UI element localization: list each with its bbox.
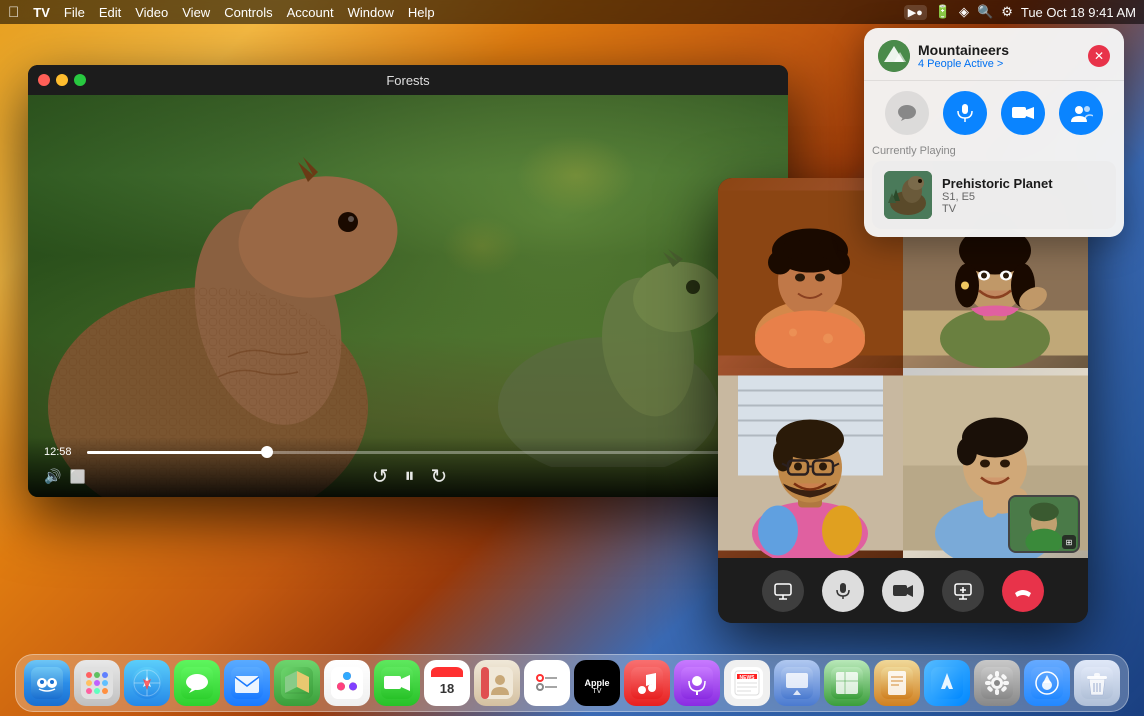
search-icon[interactable]: 🔍 <box>977 4 993 20</box>
cp-info: Prehistoric Planet S1, E5 TV <box>942 176 1104 215</box>
tv-app-window: Forests <box>28 65 788 497</box>
dock-item-facetime[interactable] <box>374 660 420 706</box>
popup-group-info: Mountaineers 4 People Active > <box>878 40 1009 72</box>
dock-item-reminders[interactable] <box>524 660 570 706</box>
dock-item-contacts[interactable] <box>474 660 520 706</box>
menubar-left:  TV File Edit Video View Controls Accou… <box>8 4 435 21</box>
elapsed-time: 12:58 <box>44 446 79 458</box>
video-action-button[interactable] <box>1001 91 1045 135</box>
subtitles-icon[interactable]: ⬜ <box>69 469 85 485</box>
popup-header: Mountaineers 4 People Active > ✕ <box>864 28 1124 81</box>
dock-item-podcasts[interactable] <box>674 660 720 706</box>
dock-item-news[interactable]: NEWS <box>724 660 770 706</box>
dock-item-pages[interactable] <box>874 660 920 706</box>
participant-3-face <box>718 368 903 558</box>
dock-item-finder[interactable] <box>24 660 70 706</box>
svg-text:TV: TV <box>593 688 602 695</box>
facetime-window: ⊞ <box>718 178 1088 623</box>
dock-item-appletv[interactable]: Apple TV <box>574 660 620 706</box>
dock-item-safari[interactable] <box>124 660 170 706</box>
dock-item-messages[interactable] <box>174 660 220 706</box>
tv-playback-controls: 12:58 -33:73 🔊 ⬜ ↺ ⏸ ↻ <box>28 437 788 497</box>
self-view-pip: ⊞ <box>1008 495 1080 553</box>
tv-video-content: 12:58 -33:73 🔊 ⬜ ↺ ⏸ ↻ <box>28 95 788 497</box>
currently-playing-label: Currently Playing <box>872 145 1116 157</box>
dock-item-keynote[interactable] <box>774 660 820 706</box>
mute-button[interactable] <box>822 570 864 612</box>
progress-thumb <box>261 446 273 458</box>
progress-track[interactable] <box>87 451 729 454</box>
dock-item-calendar[interactable]: 18 <box>424 660 470 706</box>
minimize-button[interactable] <box>56 74 68 86</box>
dock-item-system-preferences[interactable] <box>974 660 1020 706</box>
cp-thumbnail <box>884 171 932 219</box>
menu-help[interactable]: Help <box>408 5 435 20</box>
wifi-icon: ◈ <box>959 4 969 20</box>
mic-action-button[interactable] <box>943 91 987 135</box>
popup-actions <box>864 81 1124 145</box>
close-button[interactable] <box>38 74 50 86</box>
dock-item-music[interactable] <box>624 660 670 706</box>
menu-file[interactable]: File <box>64 5 85 20</box>
popup-close-button[interactable]: ✕ <box>1088 45 1110 67</box>
dock-item-launchpad[interactable] <box>74 660 120 706</box>
menu-window[interactable]: Window <box>348 5 394 20</box>
control-center-icon[interactable]: ⚙ <box>1001 4 1013 20</box>
screen-share-button[interactable] <box>942 570 984 612</box>
tv-window-title: Forests <box>92 73 724 88</box>
progress-fill <box>87 451 267 454</box>
dock-item-numbers[interactable] <box>824 660 870 706</box>
controls-center: ↺ ⏸ ↻ <box>372 464 448 489</box>
forward-10-button[interactable]: ↻ <box>430 464 447 489</box>
progress-bar-container: 12:58 -33:73 <box>44 446 772 458</box>
rewind-10-button[interactable]: ↺ <box>372 464 389 489</box>
menu-view[interactable]: View <box>182 5 210 20</box>
message-action-button[interactable] <box>885 91 929 135</box>
shareplay-icon: ▶︎● <box>904 5 927 20</box>
currently-playing-card[interactable]: Prehistoric Planet S1, E5 TV <box>872 161 1116 229</box>
menu-account[interactable]: Account <box>287 5 334 20</box>
group-avatar <box>878 40 910 72</box>
dinosaur-secondary-svg <box>468 247 748 467</box>
controls-row: 🔊 ⬜ ↺ ⏸ ↻ ⬛ ▣ <box>44 464 772 489</box>
volume-icon[interactable]: 🔊 <box>44 468 61 485</box>
menu-edit[interactable]: Edit <box>99 5 121 20</box>
menu-controls[interactable]: Controls <box>224 5 272 20</box>
facetime-participant-3 <box>718 368 903 558</box>
app-menu-tv[interactable]: TV <box>33 5 50 20</box>
dock-item-photos[interactable] <box>324 660 370 706</box>
menubar-right: ▶︎● 🔋 ◈ 🔍 ⚙ Tue Oct 18 9:41 AM <box>904 4 1136 20</box>
popup-group-subtitle[interactable]: 4 People Active > <box>918 58 1009 70</box>
pause-button[interactable]: ⏸ <box>404 465 414 488</box>
dock-item-privacy[interactable] <box>1024 660 1070 706</box>
shareplay-facetime-button[interactable] <box>762 570 804 612</box>
dock-item-mail[interactable] <box>224 660 270 706</box>
dock-item-appstore[interactable] <box>924 660 970 706</box>
dock-item-trash[interactable] <box>1074 660 1120 706</box>
people-action-button[interactable] <box>1059 91 1103 135</box>
end-call-button[interactable] <box>1002 570 1044 612</box>
popup-group-name: Mountaineers <box>918 42 1009 58</box>
svg-text:NEWS: NEWS <box>740 675 756 681</box>
battery-icon: 🔋 <box>935 4 951 20</box>
maximize-button[interactable] <box>74 74 86 86</box>
dock-item-maps[interactable] <box>274 660 320 706</box>
cp-episode-meta: S1, E5 TV <box>942 191 1104 215</box>
now-playing-popup: Mountaineers 4 People Active > ✕ <box>864 28 1124 237</box>
menubar:  TV File Edit Video View Controls Accou… <box>0 0 1144 24</box>
facetime-controls-bar <box>718 558 1088 623</box>
tv-titlebar: Forests <box>28 65 788 95</box>
camera-toggle-button[interactable] <box>882 570 924 612</box>
controls-left: 🔊 ⬜ <box>44 468 86 485</box>
menu-video[interactable]: Video <box>135 5 168 20</box>
popup-group-text: Mountaineers 4 People Active > <box>918 42 1009 70</box>
self-view-badge: ⊞ <box>1062 535 1076 549</box>
svg-text:18: 18 <box>440 681 454 696</box>
apple-menu[interactable]:  <box>8 4 19 21</box>
dock: 18 Apple TV <box>15 654 1129 712</box>
datetime-display: Tue Oct 18 9:41 AM <box>1021 5 1136 20</box>
svg-text:Apple: Apple <box>584 678 609 688</box>
cp-show-title: Prehistoric Planet <box>942 176 1104 191</box>
